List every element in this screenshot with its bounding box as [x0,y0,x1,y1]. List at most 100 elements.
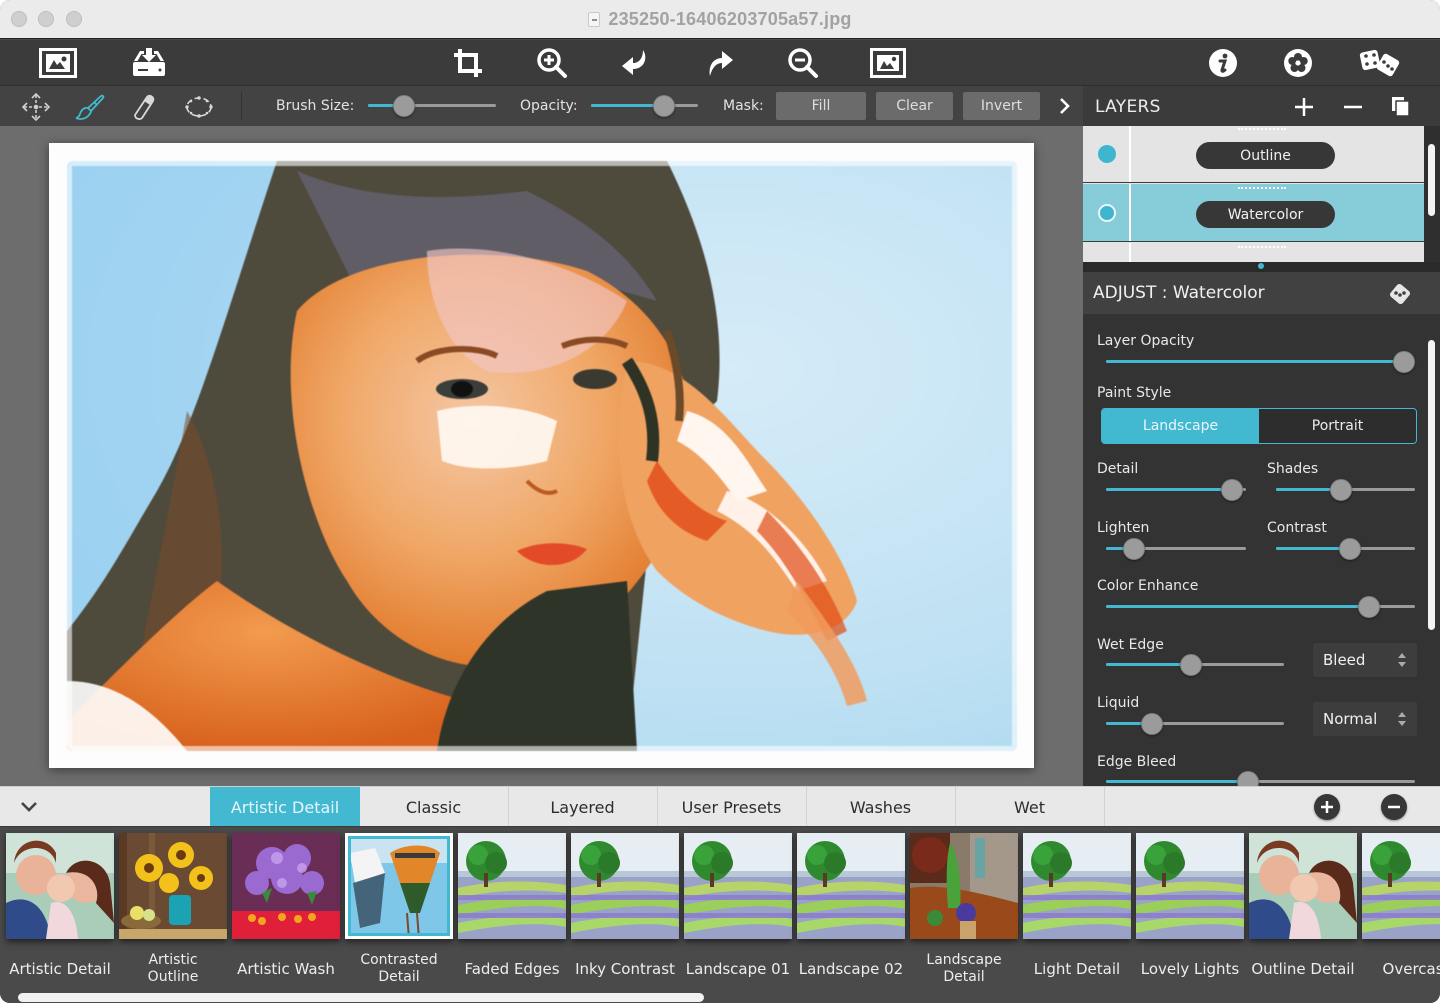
slider-knob[interactable] [1141,713,1164,735]
edge-bleed-slider[interactable] [1106,771,1415,786]
add-layer-button[interactable] [1291,94,1317,120]
preset-horizontal-scrollbar[interactable] [18,993,704,1002]
mask-invert-button[interactable]: Invert [963,92,1040,120]
preset-item[interactable]: Artistic Outline [119,833,227,987]
liquid-mode-select[interactable]: Normal [1313,702,1417,736]
preset-item[interactable]: Artistic Wash [232,833,340,987]
preset-tab-artistic-detail[interactable]: Artistic Detail [210,787,360,827]
brush-size-slider[interactable] [368,95,496,117]
slider-knob[interactable] [392,95,415,117]
zoom-in-button[interactable] [532,44,572,82]
randomize-button[interactable] [1358,44,1404,82]
preset-item[interactable]: Landscape 01 [684,833,792,987]
slider-knob[interactable] [1330,479,1353,501]
mask-clear-button[interactable]: Clear [876,92,953,120]
preset-thumbnail[interactable] [684,833,792,939]
preset-item[interactable]: Lovely Lights [1136,833,1244,987]
layer-row-outline[interactable]: Outline [1083,126,1424,183]
slider-knob[interactable] [1357,596,1380,618]
layer-row-watercolor[interactable]: Watercolor [1083,184,1424,242]
crop-button[interactable] [448,44,488,82]
slider-knob[interactable] [1180,654,1203,676]
drag-handle[interactable] [1238,128,1286,130]
remove-layer-button[interactable] [1340,94,1366,120]
slider-knob[interactable] [1221,479,1243,501]
preset-thumbnail[interactable] [6,833,114,939]
slider-knob[interactable] [1237,771,1260,786]
open-image-button[interactable] [38,44,78,82]
contrast-slider[interactable] [1276,538,1415,560]
preset-tab-classic[interactable]: Classic [359,787,509,827]
info-button[interactable] [1203,44,1243,82]
preset-thumbnail[interactable] [119,833,227,939]
shades-slider[interactable] [1276,479,1415,501]
collapse-presets-button[interactable] [16,797,42,817]
lasso-tool[interactable] [183,91,215,123]
save-export-button[interactable] [129,44,169,82]
duplicate-layer-button[interactable] [1388,94,1414,120]
duplicate-icon [1392,97,1410,117]
canvas-area[interactable] [0,126,1083,786]
preset-tab-layered[interactable]: Layered [508,787,658,827]
preset-thumbnail[interactable] [571,833,679,939]
preset-item[interactable]: Artistic Detail [6,833,114,987]
preset-thumbnail[interactable] [1362,833,1440,939]
preset-tab-washes[interactable]: Washes [806,787,956,827]
wet-edge-mode-select[interactable]: Bleed [1313,643,1417,677]
preset-item[interactable]: Outline Detail [1249,833,1357,987]
color-enhance-slider[interactable] [1106,596,1415,618]
slider-knob[interactable] [1338,538,1361,560]
preset-item[interactable]: Contrasted Detail [345,833,453,987]
layer-name[interactable]: Outline [1196,142,1335,169]
preset-tab-user-presets[interactable]: User Presets [657,787,807,827]
zoom-out-button[interactable] [783,44,823,82]
adjust-scrollbar[interactable] [1428,340,1435,630]
layer-opacity-slider[interactable] [1106,351,1415,373]
layer-visibility-toggle[interactable] [1098,204,1116,222]
preset-thumbnail[interactable] [1136,833,1244,939]
layer-name[interactable]: Watercolor [1196,201,1335,228]
splitter-handle[interactable] [1258,263,1264,269]
paint-style-portrait[interactable]: Portrait [1259,409,1416,443]
preset-item[interactable]: Landscape 02 [797,833,905,987]
paint-style-landscape[interactable]: Landscape [1102,409,1259,443]
remove-preset-button[interactable] [1381,794,1407,820]
layers-scrollbar[interactable] [1428,144,1435,216]
layer-visibility-toggle[interactable] [1098,145,1116,163]
preset-item[interactable]: Light Detail [1023,833,1131,987]
preset-thumbnail[interactable] [910,833,1018,939]
preset-item[interactable]: Landscape Detail [910,833,1018,987]
watercolor-painting[interactable] [67,161,1017,751]
eraser-tool[interactable] [128,91,160,123]
preset-thumbnail[interactable] [345,833,453,939]
preset-item[interactable]: Faded Edges [458,833,566,987]
slider-knob[interactable] [652,95,675,117]
preset-item[interactable]: Inky Contrast [571,833,679,987]
add-preset-button[interactable] [1314,794,1340,820]
slider-knob[interactable] [1393,351,1415,373]
redo-arrow-icon [709,51,733,76]
redo-button[interactable] [700,44,740,82]
liquid-slider[interactable] [1106,713,1284,735]
detail-slider[interactable] [1106,479,1246,501]
preset-thumbnail[interactable] [797,833,905,939]
brush-tool[interactable] [74,91,106,123]
preset-thumbnail[interactable] [1249,833,1357,939]
preset-thumbnail[interactable] [232,833,340,939]
compare-original-button[interactable] [868,44,908,82]
move-tool[interactable] [20,91,52,123]
undo-button[interactable] [615,44,655,82]
drag-handle[interactable] [1238,187,1286,189]
slider-knob[interactable] [1123,538,1145,560]
brush-opacity-slider[interactable] [591,95,698,117]
randomize-adjust-button[interactable] [1387,281,1413,307]
expand-toolbar-button[interactable] [1055,94,1075,118]
lighten-slider[interactable] [1106,538,1246,560]
mask-fill-button[interactable]: Fill [776,92,866,120]
preset-tab-wet[interactable]: Wet [955,787,1105,827]
preset-thumbnail[interactable] [458,833,566,939]
preset-item[interactable]: Overcast [1362,833,1440,987]
wet-edge-slider[interactable] [1106,654,1284,676]
settings-button[interactable] [1278,44,1318,82]
preset-thumbnail[interactable] [1023,833,1131,939]
